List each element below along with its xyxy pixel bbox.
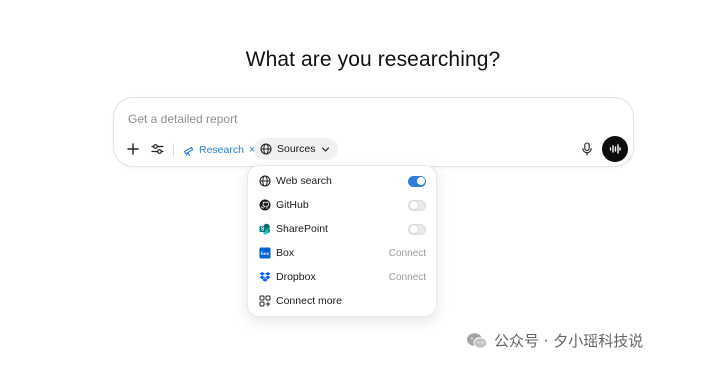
sources-dropdown-button[interactable]: Sources [254, 138, 338, 160]
menu-item-label: Web search [276, 175, 332, 187]
prompt-input[interactable] [128, 110, 608, 128]
menu-item-web-search[interactable]: Web search [248, 169, 436, 193]
github-icon [259, 199, 271, 211]
voice-mode-button[interactable] [602, 136, 628, 162]
dropbox-connect-button[interactable]: Connect [389, 272, 426, 283]
sources-label: Sources [277, 143, 316, 155]
toolbar-divider [173, 143, 174, 157]
sliders-icon [150, 144, 164, 154]
menu-item-box[interactable]: box Box Connect [248, 241, 436, 265]
menu-item-label: SharePoint [276, 223, 328, 235]
web-search-toggle[interactable] [408, 175, 426, 187]
telescope-icon [183, 146, 194, 156]
box-connect-button[interactable]: Connect [389, 248, 426, 259]
menu-item-label: GitHub [276, 199, 309, 211]
menu-item-github[interactable]: GitHub [248, 193, 436, 217]
microphone-icon [582, 142, 592, 156]
menu-item-dropbox[interactable]: Dropbox Connect [248, 265, 436, 289]
wechat-icon [467, 332, 488, 349]
sharepoint-icon: S [259, 223, 271, 235]
svg-text:box: box [261, 251, 269, 256]
plus-icon [127, 143, 139, 155]
dropbox-icon [259, 271, 271, 283]
menu-item-label: Box [276, 247, 295, 259]
dictate-button[interactable] [577, 139, 597, 159]
research-label: Research [199, 143, 244, 156]
research-chip[interactable]: Research × [179, 139, 259, 160]
menu-item-label: Dropbox [276, 271, 316, 283]
menu-item-label: Connect more [276, 295, 342, 307]
menu-item-connect-more[interactable]: Connect more [248, 289, 436, 313]
chevron-down-icon [321, 146, 329, 152]
github-toggle[interactable] [408, 199, 426, 211]
prompt-composer: Research × Sources [113, 97, 634, 167]
sharepoint-toggle[interactable] [408, 223, 426, 235]
globe-icon [260, 143, 272, 155]
menu-item-sharepoint[interactable]: S SharePoint [248, 217, 436, 241]
globe-icon [259, 175, 271, 187]
add-button[interactable] [123, 139, 143, 159]
watermark: 公众号 · 夕小瑶科技说 [466, 330, 643, 351]
apps-grid-icon [259, 295, 271, 307]
sources-menu: Web search GitHub S SharePoint box Box C… [247, 165, 437, 317]
page-title: What are you researching? [245, 48, 501, 71]
tools-button[interactable] [147, 139, 167, 159]
box-icon: box [259, 247, 271, 259]
voice-waveform-icon [609, 144, 621, 154]
watermark-text: 公众号 · 夕小瑶科技说 [494, 332, 644, 350]
